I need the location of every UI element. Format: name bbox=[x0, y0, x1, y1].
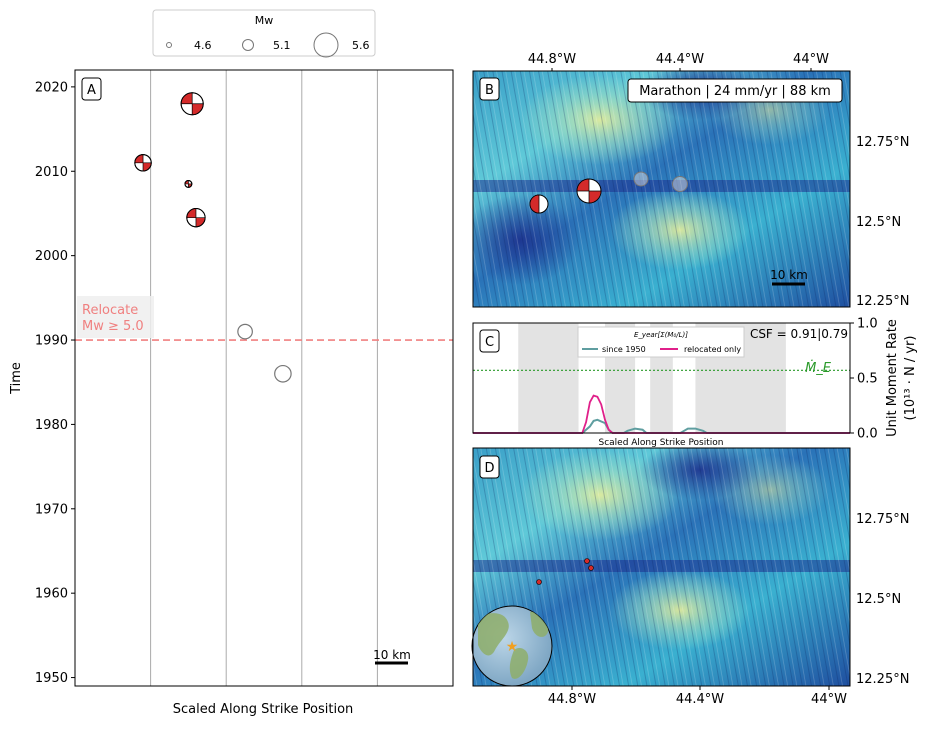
panel-a-y-tick-label: 2010 bbox=[35, 165, 68, 180]
map-d-event-1 bbox=[536, 579, 542, 585]
map-circle-1 bbox=[633, 171, 649, 187]
panel-a-y-tick-label: 1970 bbox=[35, 502, 68, 517]
panel-a-y-tick-label: 1990 bbox=[35, 334, 68, 349]
beachball-marker bbox=[180, 92, 204, 116]
panel-b-top-tick-1: 44.8°W bbox=[528, 52, 576, 67]
panel-c-y-label-line2: (10¹³ · N / yr) bbox=[903, 336, 918, 421]
panel-c-legend-title: E_year[Σ(M₀/L)] bbox=[634, 331, 688, 339]
size-legend: Mw 4.6 5.1 5.6 bbox=[152, 9, 376, 58]
panel-c-y-tick-label: 0.0 bbox=[857, 427, 878, 442]
panel-a-tag: A bbox=[87, 83, 96, 98]
panel-d-tag: D bbox=[484, 461, 494, 476]
panel-a-y-tick-label: 1980 bbox=[35, 418, 68, 433]
location-star-icon: ★ bbox=[506, 639, 519, 655]
map-beachball-1 bbox=[529, 194, 549, 214]
shaded-segment bbox=[518, 323, 579, 433]
panel-b: Marathon | 24 mm/yr | 88 km B 44.8°W 44.… bbox=[472, 52, 909, 309]
panel-a-y-tick-label: 2020 bbox=[35, 80, 68, 95]
legend-label-relocated: relocated only bbox=[684, 345, 741, 354]
figure: Mw 4.6 5.1 5.6 Relocate Mw ≥ 5.0 1950 196… bbox=[9, 9, 918, 717]
panel-b-right-tick-3: 12.25°N bbox=[856, 294, 909, 309]
panel-a-y-tick-label: 2000 bbox=[35, 249, 68, 264]
panel-a-background bbox=[75, 70, 453, 686]
panel-a-x-label: Scaled Along Strike Position bbox=[173, 702, 354, 717]
beachball-marker bbox=[134, 154, 152, 172]
panel-c-y-tick-label: 1.0 bbox=[857, 317, 878, 332]
panel-a-y-ticks: 1950 1960 1970 1980 1990 2000 2010 2020 bbox=[35, 80, 75, 686]
panel-a: Relocate Mw ≥ 5.0 1950 1960 1970 1980 1990 20… bbox=[9, 69, 454, 717]
panel-a-scale-label: 10 km bbox=[373, 648, 411, 662]
panel-c-y-ticks: 0.0 0.5 1.0 bbox=[850, 317, 878, 442]
panel-b-tag: B bbox=[485, 83, 494, 98]
panel-d-right-tick-2: 12.5°N bbox=[856, 592, 901, 607]
panel-d-bottom-tick-1: 44.8°W bbox=[548, 692, 596, 707]
beachball-marker bbox=[186, 208, 206, 228]
relocate-label-line1: Relocate bbox=[82, 303, 138, 318]
beachball-marker bbox=[184, 179, 193, 188]
panel-d-right-tick-1: 12.75°N bbox=[856, 512, 909, 527]
panel-b-top-tick-2: 44.4°W bbox=[656, 52, 704, 67]
panel-c-y-label-line1: Unit Moment Rate bbox=[885, 319, 900, 437]
map-d-event-2 bbox=[584, 558, 590, 564]
panel-b-scale-label: 10 km bbox=[770, 268, 808, 282]
panel-d-right-tick-3: 12.25°N bbox=[856, 672, 909, 687]
legend-label-medium: 5.1 bbox=[273, 39, 291, 52]
legend-label-small: 4.6 bbox=[194, 39, 212, 52]
me-label: Ṁ_E bbox=[805, 360, 832, 376]
legend-label-since-1950: since 1950 bbox=[602, 345, 646, 354]
map-circle-2 bbox=[672, 176, 688, 192]
panel-d: ★ D 44.8°W 44.4°W 44°W 12.75°N 12.5°N 12… bbox=[471, 447, 909, 707]
panel-d-bottom-tick-3: 44°W bbox=[811, 692, 847, 707]
panel-c-y-tick-label: 0.5 bbox=[857, 372, 878, 387]
panel-b-title: Marathon | 24 mm/yr | 88 km bbox=[639, 84, 831, 99]
relocate-label-line2: Mw ≥ 5.0 bbox=[82, 319, 144, 334]
map-d-event-3 bbox=[588, 565, 594, 571]
csf-label: CSF = 0.91|0.79 bbox=[750, 327, 848, 341]
globe-inset: ★ bbox=[471, 605, 553, 687]
panel-c: E_year[Σ(M₀/L)] since 1950 relocated onl… bbox=[472, 317, 918, 448]
map-beachball-2 bbox=[576, 178, 602, 204]
legend-title: Mw bbox=[255, 14, 274, 27]
panel-a-y-tick-label: 1950 bbox=[35, 671, 68, 686]
panel-b-right-tick-1: 12.75°N bbox=[856, 135, 909, 150]
panel-c-tag: C bbox=[485, 335, 494, 350]
panel-a-y-label: Time bbox=[9, 362, 24, 395]
panel-d-bottom-tick-2: 44.4°W bbox=[676, 692, 724, 707]
panel-a-y-tick-label: 1960 bbox=[35, 587, 68, 602]
panel-b-right-tick-2: 12.5°N bbox=[856, 215, 901, 230]
panel-c-x-label: Scaled Along Strike Position bbox=[598, 438, 723, 448]
legend-label-large: 5.6 bbox=[352, 39, 370, 52]
panel-b-top-tick-3: 44°W bbox=[793, 52, 829, 67]
